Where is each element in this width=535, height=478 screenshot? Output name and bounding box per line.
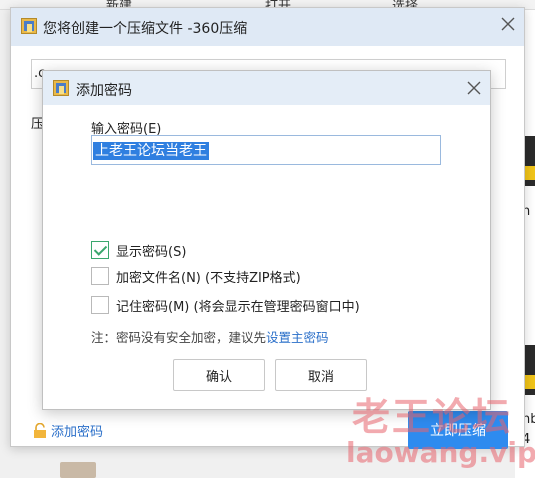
show-password-label: 显示密码(S) [116, 244, 187, 260]
remember-password-checkbox[interactable] [91, 296, 109, 314]
security-note-text: 注：密码没有安全加密，建议先 [91, 330, 267, 345]
watermark-url: laowang.vip [346, 436, 535, 469]
lock-icon [34, 422, 46, 438]
password-dialog-titlebar: 添加密码 [43, 71, 490, 105]
security-note: 注：密码没有安全加密，建议先设置主密码 [91, 327, 329, 346]
encrypt-filename-label: 加密文件名(N) (不支持ZIP格式) [116, 270, 301, 286]
password-dialog-title: 添加密码 [76, 83, 132, 99]
watermark-text: 老王论坛 [352, 394, 513, 439]
close-icon[interactable] [498, 14, 518, 34]
encrypt-filename-option[interactable]: 加密文件名(N) (不支持ZIP格式) [91, 266, 301, 286]
encrypt-filename-checkbox[interactable] [91, 267, 109, 285]
password-value: 上老王论坛当老王 [93, 142, 209, 160]
password-input[interactable]: 上老王论坛当老王 [91, 135, 441, 165]
remember-password-label: 记住密码(M) (将会显示在管理密码窗口中) [116, 299, 360, 315]
ok-button[interactable]: 确认 [173, 359, 265, 391]
add-password-link[interactable]: 添加密码 [33, 421, 103, 440]
app-icon [21, 18, 37, 34]
dialog-titlebar: 您将创建一个压缩文件 -360压缩 [11, 8, 524, 46]
add-password-label: 添加密码 [51, 425, 104, 440]
background-image [60, 462, 96, 478]
dialog-title: 您将创建一个压缩文件 -360压缩 [43, 21, 248, 37]
add-password-dialog: 添加密码 输入密码(E) 上老王论坛当老王 显示密码(S) 加密文件名(N) (… [42, 70, 491, 410]
show-password-checkbox[interactable] [91, 241, 109, 259]
close-icon[interactable] [464, 78, 484, 98]
app-icon [53, 80, 69, 96]
show-password-option[interactable]: 显示密码(S) [91, 240, 186, 260]
remember-password-option[interactable]: 记住密码(M) (将会显示在管理密码窗口中) [91, 295, 360, 315]
set-master-password-link[interactable]: 设置主密码 [266, 330, 329, 345]
